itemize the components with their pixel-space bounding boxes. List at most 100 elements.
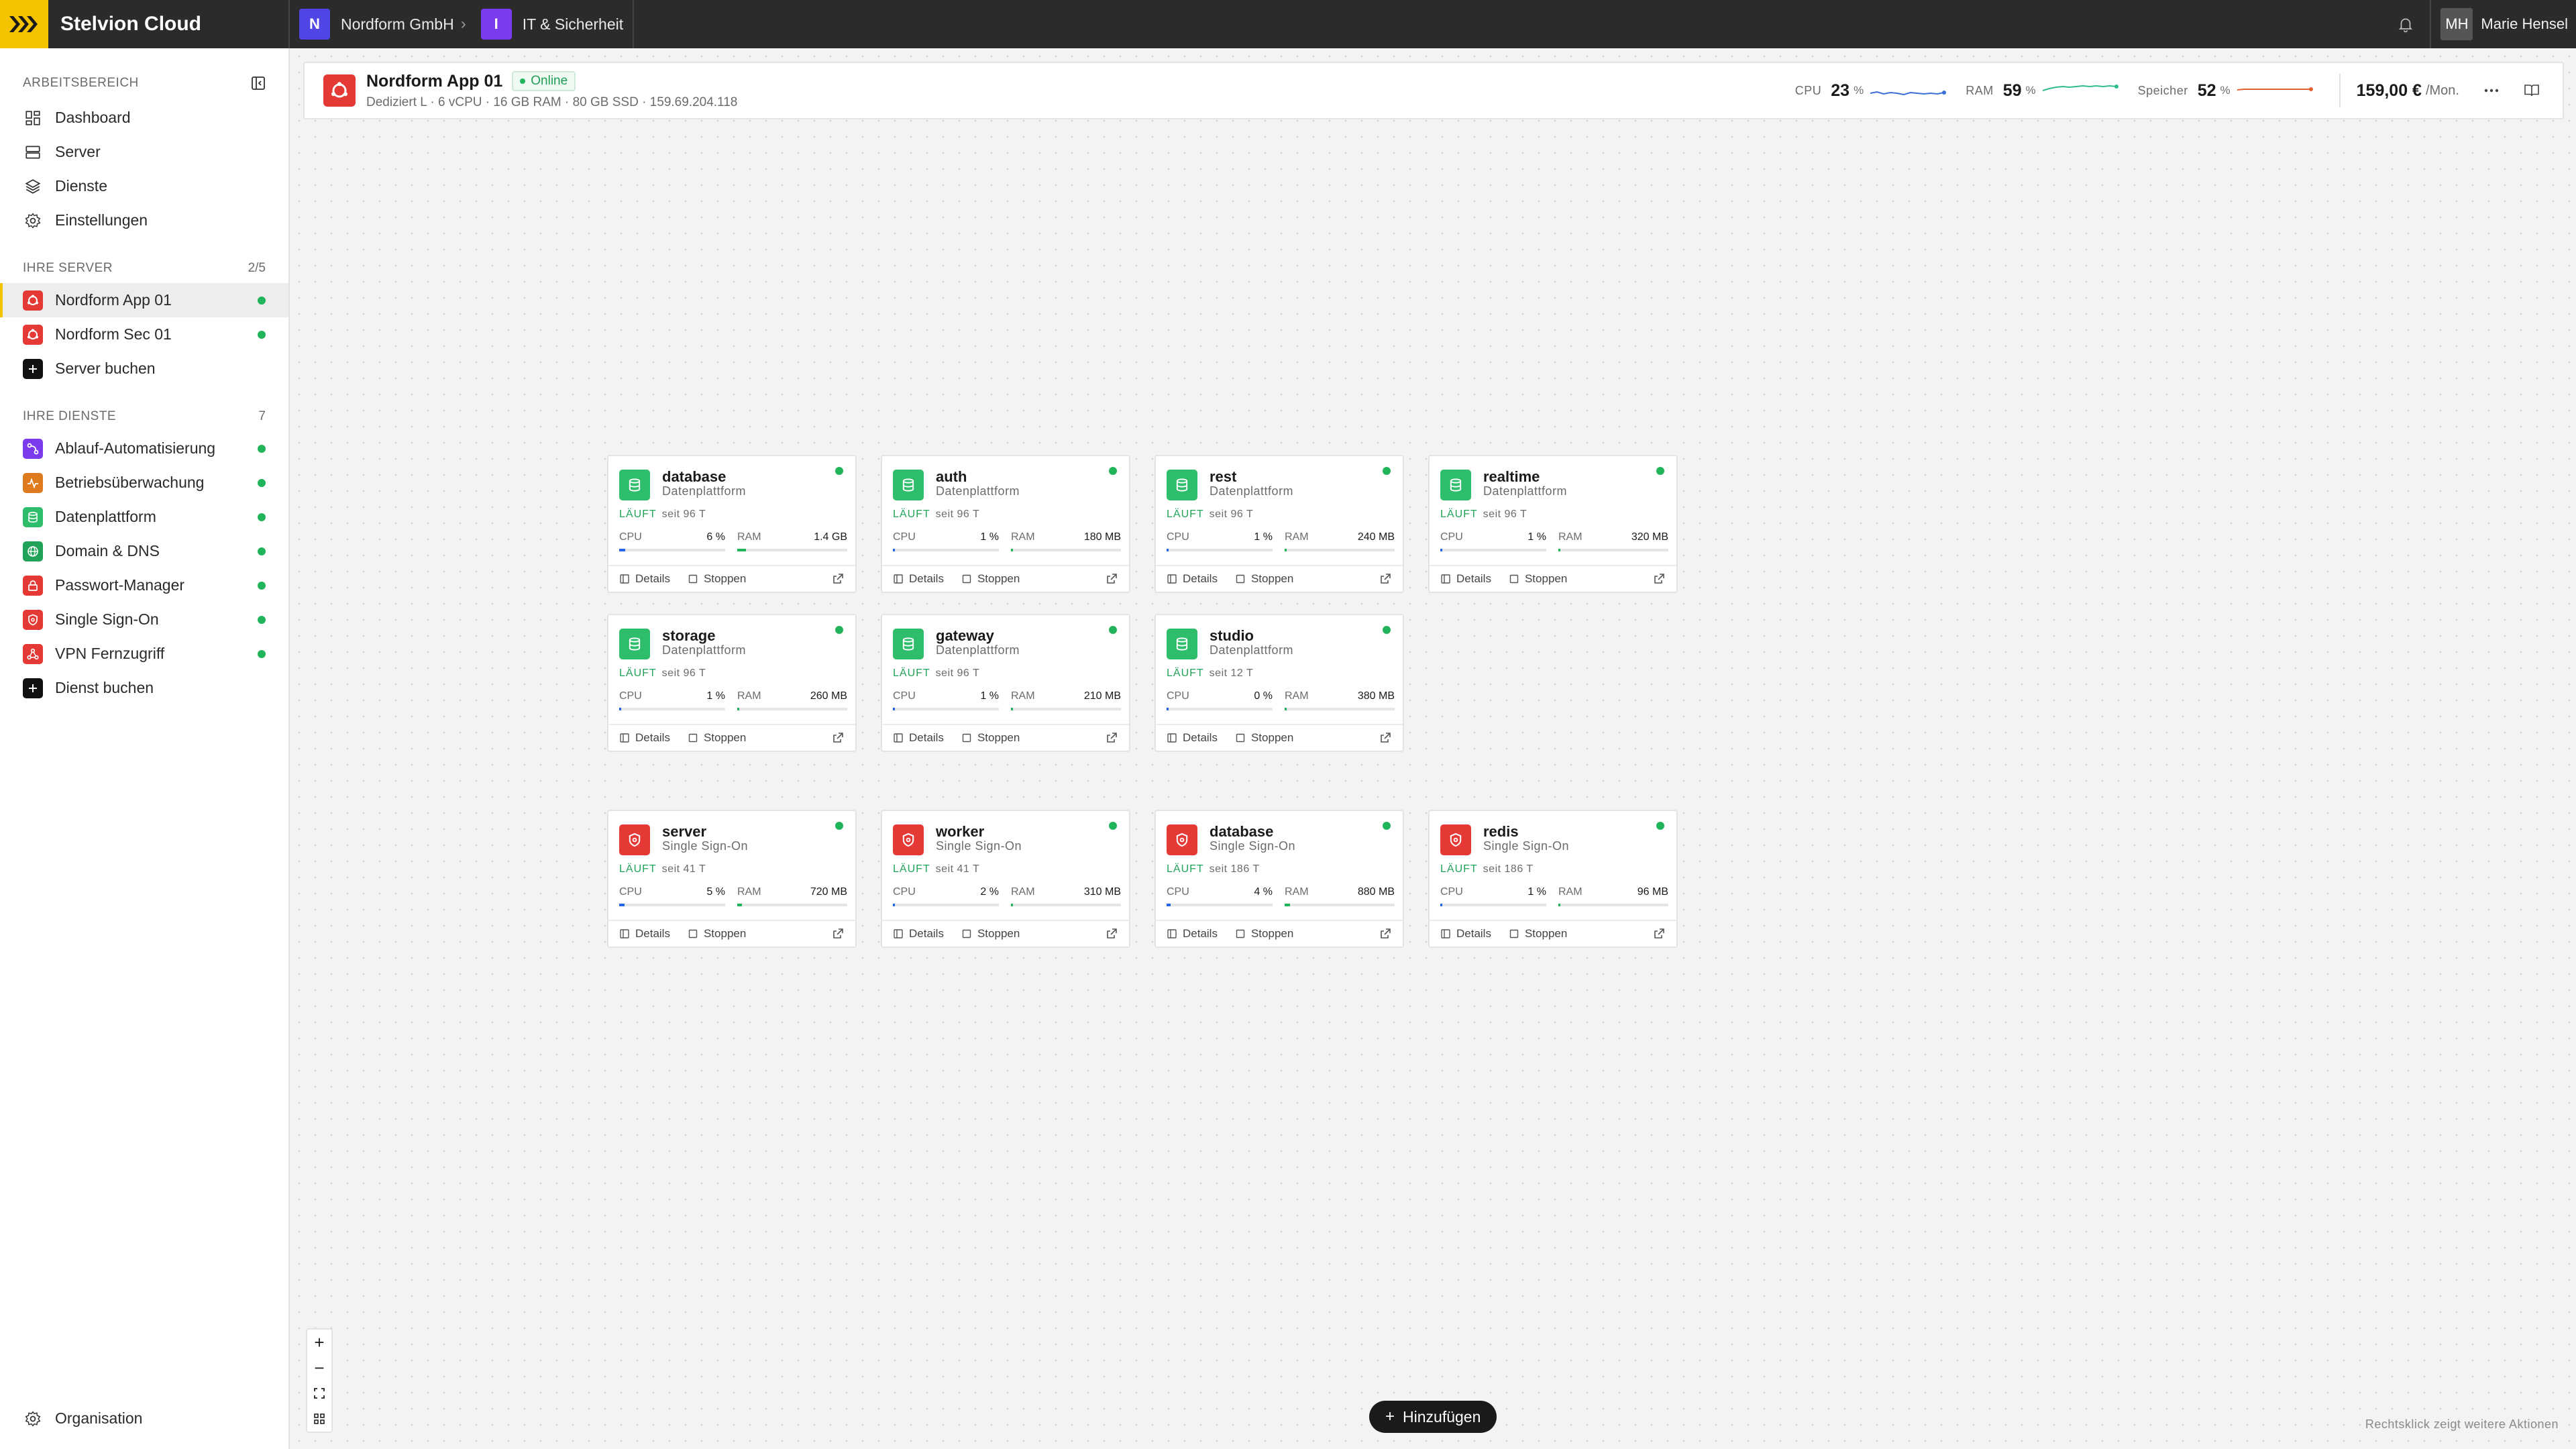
sidebar-item-label: Server buchen [55, 360, 156, 377]
toggle-grid-button[interactable] [307, 1406, 331, 1432]
sidebar-item-vpn-fernzugriff[interactable]: VPN Fernzugriff [0, 637, 288, 671]
details-button[interactable]: Details [619, 731, 670, 745]
sidebar-item-domain-dns[interactable]: Domain & DNS [0, 534, 288, 568]
details-button[interactable]: Details [893, 731, 944, 745]
breadcrumb-org[interactable]: N Nordform GmbH › [290, 0, 481, 48]
service-card[interactable]: gateway Datenplattform LÄUFT seit 96 T CP… [881, 614, 1130, 752]
docs-button[interactable] [2518, 77, 2545, 104]
sidebar-item-server[interactable]: Server [0, 135, 288, 169]
external-link-icon[interactable] [831, 731, 845, 745]
details-button[interactable]: Details [1167, 927, 1218, 941]
sidebar-item-ablauf-automatisierung[interactable]: Ablauf-Automatisierung [0, 431, 288, 466]
details-button[interactable]: Details [893, 927, 944, 941]
external-link-icon[interactable] [831, 572, 845, 586]
service-type: Datenplattform [1210, 484, 1294, 498]
database-icon [619, 629, 650, 659]
collapse-sidebar-icon[interactable] [251, 76, 266, 91]
notifications-button[interactable] [2381, 0, 2430, 48]
stop-button[interactable]: Stoppen [688, 572, 746, 586]
lock-icon [23, 575, 43, 596]
avatar: MH [2440, 8, 2473, 40]
stop-button[interactable]: Stoppen [1235, 731, 1293, 745]
ram-metric: RAM 59 % [1966, 81, 2118, 101]
status-dot [1656, 467, 1664, 475]
stop-button[interactable]: Stoppen [688, 927, 746, 941]
service-card[interactable]: realtime Datenplattform LÄUFT seit 96 T C… [1428, 455, 1678, 593]
brand-logo[interactable] [0, 0, 48, 48]
details-button[interactable]: Details [893, 572, 944, 586]
sidebar-item-dienste[interactable]: Dienste [0, 169, 288, 203]
stop-button[interactable]: Stoppen [1509, 927, 1567, 941]
database-icon [1167, 470, 1197, 500]
sidebar-item-datenplattform[interactable]: Datenplattform [0, 500, 288, 534]
service-card[interactable]: rest Datenplattform LÄUFT seit 96 T CPU 1 … [1155, 455, 1404, 593]
external-link-icon[interactable] [1379, 927, 1392, 941]
service-card[interactable]: database Single Sign-On LÄUFT seit 186 T … [1155, 810, 1404, 948]
more-options-button[interactable] [2478, 77, 2505, 104]
zoom-in-button[interactable]: + [307, 1330, 331, 1355]
breadcrumb-project[interactable]: I IT & Sicherheit [480, 0, 633, 48]
sidebar-item-betriebsueberwachung[interactable]: Betriebsüberwachung [0, 466, 288, 500]
service-card[interactable]: storage Datenplattform LÄUFT seit 96 T CP… [607, 614, 857, 752]
sidebar-item-label: Domain & DNS [55, 542, 160, 559]
sidebar-item-nordform-sec-01[interactable]: Nordform Sec 01 [0, 317, 288, 352]
external-link-icon[interactable] [1652, 572, 1666, 586]
cpu-usage: CPU 1 % [1440, 886, 1546, 906]
details-button[interactable]: Details [1167, 572, 1218, 586]
sidebar-item-label: Einstellungen [55, 211, 148, 229]
stop-button[interactable]: Stoppen [961, 731, 1020, 745]
details-icon [894, 733, 903, 743]
stop-button[interactable]: Stoppen [961, 927, 1020, 941]
chevron-right-icon: › [460, 15, 466, 33]
add-service-button[interactable]: + Hinzufügen [1369, 1401, 1497, 1433]
sidebar-item-organisation[interactable]: Organisation [0, 1401, 288, 1436]
details-button[interactable]: Details [1440, 927, 1491, 941]
sidebar-item-einstellungen[interactable]: Einstellungen [0, 203, 288, 237]
service-card[interactable]: redis Single Sign-On LÄUFT seit 186 T CPU… [1428, 810, 1678, 948]
service-canvas[interactable]: Nordform App 01 Online Dediziert L · 6 v… [291, 48, 2576, 1449]
sidebar-item-label: Dienst buchen [55, 679, 154, 696]
user-menu[interactable]: MH Marie Hensel [2430, 0, 2576, 48]
stop-button[interactable]: Stoppen [1235, 927, 1293, 941]
plus-icon: + [1385, 1407, 1395, 1426]
sidebar: ARBEITSBEREICH Dashboard Server Dienste [0, 48, 290, 1449]
service-card[interactable]: auth Datenplattform LÄUFT seit 96 T CPU 1 … [881, 455, 1130, 593]
external-link-icon[interactable] [1379, 731, 1392, 745]
stop-button[interactable]: Stoppen [961, 572, 1020, 586]
gear-icon [23, 1409, 43, 1429]
status-dot [1109, 822, 1117, 830]
details-button[interactable]: Details [619, 927, 670, 941]
details-button[interactable]: Details [1167, 731, 1218, 745]
service-type: Single Sign-On [662, 839, 749, 853]
shield-icon [1440, 824, 1471, 855]
sidebar-item-label: Nordform App 01 [55, 291, 172, 309]
sidebar-item-nordform-app-01[interactable]: Nordform App 01 [0, 283, 288, 317]
ram-bar-fill [737, 708, 740, 710]
book-service-button[interactable]: Dienst buchen [0, 671, 288, 705]
stop-button[interactable]: Stoppen [1509, 572, 1567, 586]
service-card[interactable]: database Datenplattform LÄUFT seit 96 T C… [607, 455, 857, 593]
details-button[interactable]: Details [1440, 572, 1491, 586]
stop-button[interactable]: Stoppen [1235, 572, 1293, 586]
external-link-icon[interactable] [1652, 927, 1666, 941]
sidebar-item-dashboard[interactable]: Dashboard [0, 101, 288, 135]
book-server-button[interactable]: Server buchen [0, 352, 288, 386]
sidebar-item-passwort-manager[interactable]: Passwort-Manager [0, 568, 288, 602]
external-link-icon[interactable] [1105, 731, 1118, 745]
details-icon [1441, 929, 1450, 938]
external-link-icon[interactable] [831, 927, 845, 941]
stop-button[interactable]: Stoppen [688, 731, 746, 745]
details-button[interactable]: Details [619, 572, 670, 586]
sidebar-item-single-sign-on[interactable]: Single Sign-On [0, 602, 288, 637]
service-card[interactable]: worker Single Sign-On LÄUFT seit 41 T CPU… [881, 810, 1130, 948]
external-link-icon[interactable] [1379, 572, 1392, 586]
service-card[interactable]: server Single Sign-On LÄUFT seit 41 T CPU… [607, 810, 857, 948]
external-link-icon[interactable] [1105, 572, 1118, 586]
zoom-out-button[interactable]: − [307, 1355, 331, 1381]
external-link-icon[interactable] [1105, 927, 1118, 941]
sidebar-item-label: Server [55, 143, 101, 160]
chevrons-logo-icon [9, 16, 38, 32]
sidebar-item-label: Datenplattform [55, 508, 156, 525]
service-card[interactable]: studio Datenplattform LÄUFT seit 12 T CPU… [1155, 614, 1404, 752]
fit-view-button[interactable] [307, 1381, 331, 1406]
